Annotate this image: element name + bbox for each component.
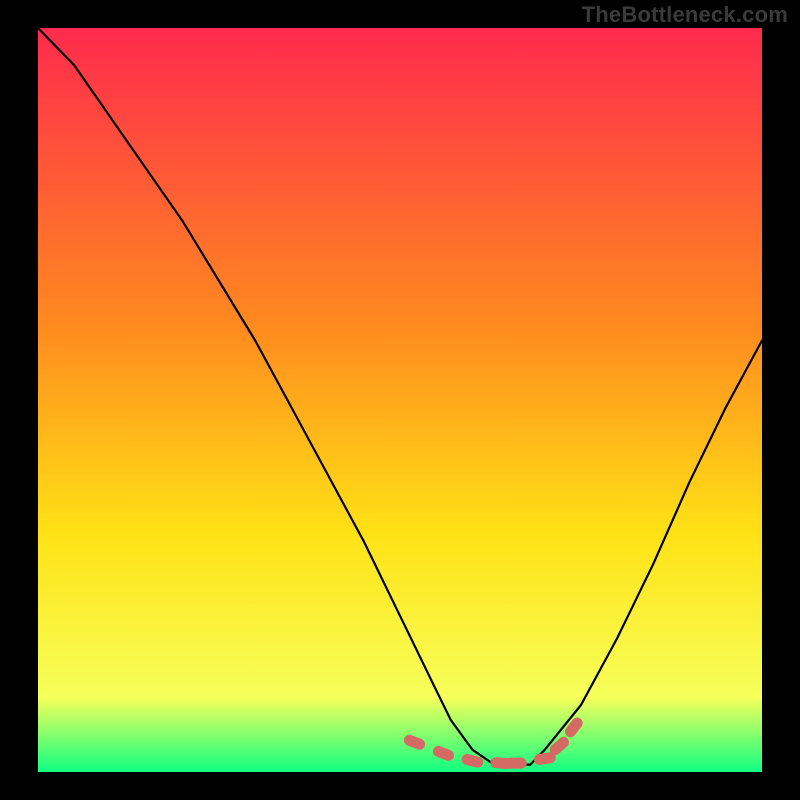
chart-stage: TheBottleneck.com: [0, 0, 800, 800]
marker-dot: [505, 758, 527, 769]
plot-background: [38, 28, 762, 772]
plot-svg: [0, 0, 800, 800]
watermark-text: TheBottleneck.com: [582, 2, 788, 28]
